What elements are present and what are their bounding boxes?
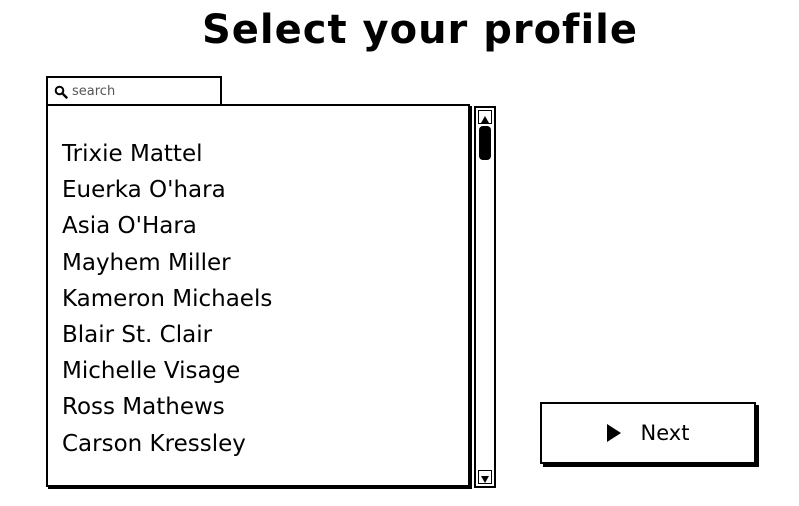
list-item[interactable]: Kameron Michaels (62, 281, 272, 317)
search-placeholder: search (72, 83, 116, 99)
arrow-down-icon (481, 468, 489, 487)
profile-list[interactable]: Trixie Mattel Euerka O'hara Asia O'Hara … (46, 104, 470, 487)
scroll-up-button[interactable] (478, 110, 492, 124)
play-icon (606, 424, 621, 442)
list-item[interactable]: Michelle Visage (62, 353, 272, 389)
page-title: Select your profile (201, 7, 638, 53)
list-item[interactable]: Carson Kressley (62, 426, 272, 462)
next-button[interactable]: Next (540, 402, 756, 464)
profile-list-scrollbar[interactable] (474, 106, 496, 488)
list-item[interactable]: Asia O'Hara (62, 208, 272, 244)
scroll-down-button[interactable] (478, 470, 492, 484)
profile-selection-page: Select your profile search Trixie Mattel… (0, 0, 799, 506)
list-item[interactable]: Trixie Mattel (62, 136, 272, 172)
list-item[interactable]: Ross Mathews (62, 389, 272, 425)
list-item[interactable]: Mayhem Miller (62, 245, 272, 281)
arrow-up-icon (481, 108, 489, 127)
list-item[interactable]: Euerka O'hara (62, 172, 272, 208)
scroll-thumb[interactable] (479, 126, 491, 160)
search-icon (54, 84, 68, 99)
list-item[interactable]: Blair St. Clair (62, 317, 272, 353)
next-button-label: Next (640, 421, 690, 445)
profile-list-items: Trixie Mattel Euerka O'hara Asia O'Hara … (62, 136, 272, 462)
search-input[interactable]: search (46, 76, 222, 104)
